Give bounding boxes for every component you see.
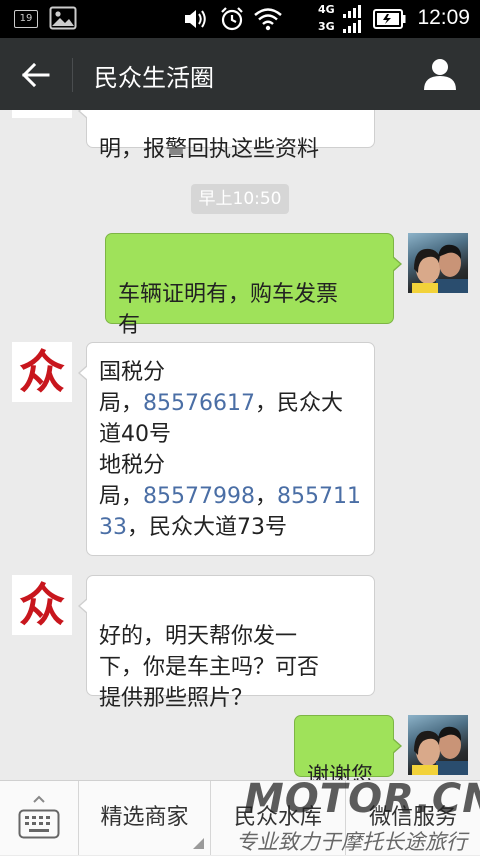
status-bar: 19 4G 3G 12:09 bbox=[0, 0, 480, 38]
user-photo bbox=[412, 726, 468, 775]
user-avatar[interactable] bbox=[408, 715, 468, 775]
arrow-left-icon[interactable] bbox=[14, 56, 58, 94]
signal-icon bbox=[343, 5, 361, 33]
message-timestamp: 早上10:50 bbox=[191, 184, 289, 214]
brand-avatar[interactable]: 众 bbox=[12, 575, 72, 635]
brand-avatar[interactable]: 众 bbox=[12, 342, 72, 402]
wifi-icon bbox=[254, 8, 282, 31]
message-bubble[interactable]: 车辆证明有，购车发票 有 bbox=[105, 233, 402, 338]
message-bubble[interactable]: 国税分 局，85576617，民众大 道40号 地税分 局，85577998，8… bbox=[78, 342, 375, 556]
volume-icon bbox=[185, 10, 206, 28]
user-photo bbox=[412, 244, 468, 293]
submenu-indicator-icon bbox=[193, 838, 204, 849]
person-icon[interactable] bbox=[422, 56, 458, 92]
message-bubble[interactable]: 好的，明天帮你发一 下，你是车主吗？可否 提供那些照片？ bbox=[78, 575, 375, 711]
phone-link[interactable]: 855711 bbox=[277, 484, 361, 509]
brand-avatar[interactable]: 众 bbox=[12, 110, 72, 118]
keyboard-icon bbox=[18, 809, 60, 839]
clock: 12:09 bbox=[417, 6, 470, 29]
menu-item-reservoir[interactable]: 民众水库 bbox=[211, 781, 346, 855]
bottom-menu: 精选商家 民众水库 微信服务 bbox=[0, 780, 480, 855]
menu-item-featured-merchants[interactable]: 精选商家 bbox=[79, 781, 211, 855]
phone-link[interactable]: 85576617 bbox=[143, 391, 255, 416]
title-divider bbox=[72, 58, 73, 92]
gallery-icon bbox=[49, 6, 77, 30]
phone-link[interactable]: 33 bbox=[99, 515, 127, 540]
battery-icon bbox=[373, 9, 406, 29]
chevron-up-icon bbox=[33, 795, 45, 803]
page-title: 民众生活圈 bbox=[94, 64, 214, 92]
menu-item-wechat-service[interactable]: 微信服务 bbox=[346, 781, 480, 855]
keyboard-toggle-button[interactable] bbox=[0, 781, 79, 855]
title-bar: 民众生活圈 bbox=[0, 38, 480, 110]
network-type: 4G 3G bbox=[318, 3, 335, 33]
message-bubble[interactable]: 明，报警回执这些资料 bbox=[78, 110, 375, 162]
user-avatar[interactable] bbox=[408, 233, 468, 293]
phone-link[interactable]: 85577998 bbox=[143, 484, 255, 509]
chat-area[interactable]: 众 明，报警回执这些资料 早上10:50 车辆证明有，购车发票 有 众 国税分 … bbox=[0, 110, 480, 780]
notification-count-badge: 19 bbox=[14, 10, 38, 28]
message-bubble[interactable]: 谢谢您 bbox=[294, 715, 402, 780]
alarm-icon bbox=[221, 7, 243, 31]
